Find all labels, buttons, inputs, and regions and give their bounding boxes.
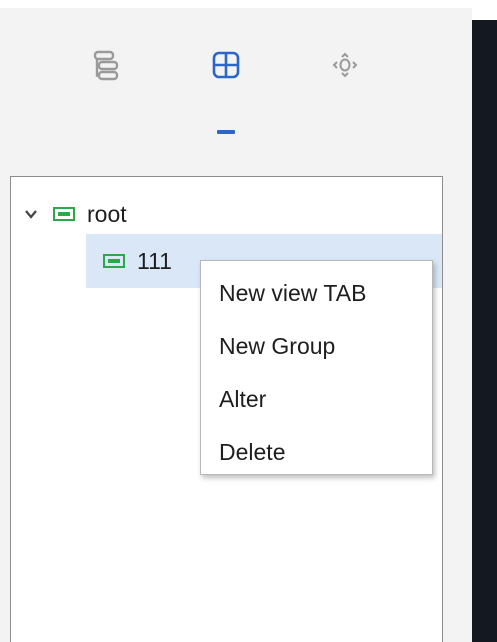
menu-item-new-view-tab[interactable]: New view TAB	[201, 267, 432, 320]
chevron-down-icon[interactable]	[23, 206, 39, 222]
grid-icon[interactable]	[206, 48, 246, 104]
tree-node-root[interactable]: root	[11, 187, 442, 241]
top-strip	[0, 0, 497, 8]
menu-item-alter[interactable]: Alter	[201, 373, 432, 426]
tree-label-root: root	[87, 200, 127, 227]
context-menu: New view TAB New Group Alter Delete	[200, 260, 433, 475]
panel-gutter	[444, 0, 472, 642]
menu-item-delete[interactable]: Delete	[201, 426, 432, 479]
menu-item-new-group[interactable]: New Group	[201, 320, 432, 373]
view-node-icon	[103, 254, 125, 268]
editor-area	[472, 20, 497, 642]
active-tab-indicator	[217, 130, 235, 134]
layers-icon[interactable]	[87, 48, 127, 104]
target-icon[interactable]	[325, 48, 365, 104]
view-node-icon	[53, 207, 75, 221]
tree-label-111: 111	[137, 247, 172, 274]
